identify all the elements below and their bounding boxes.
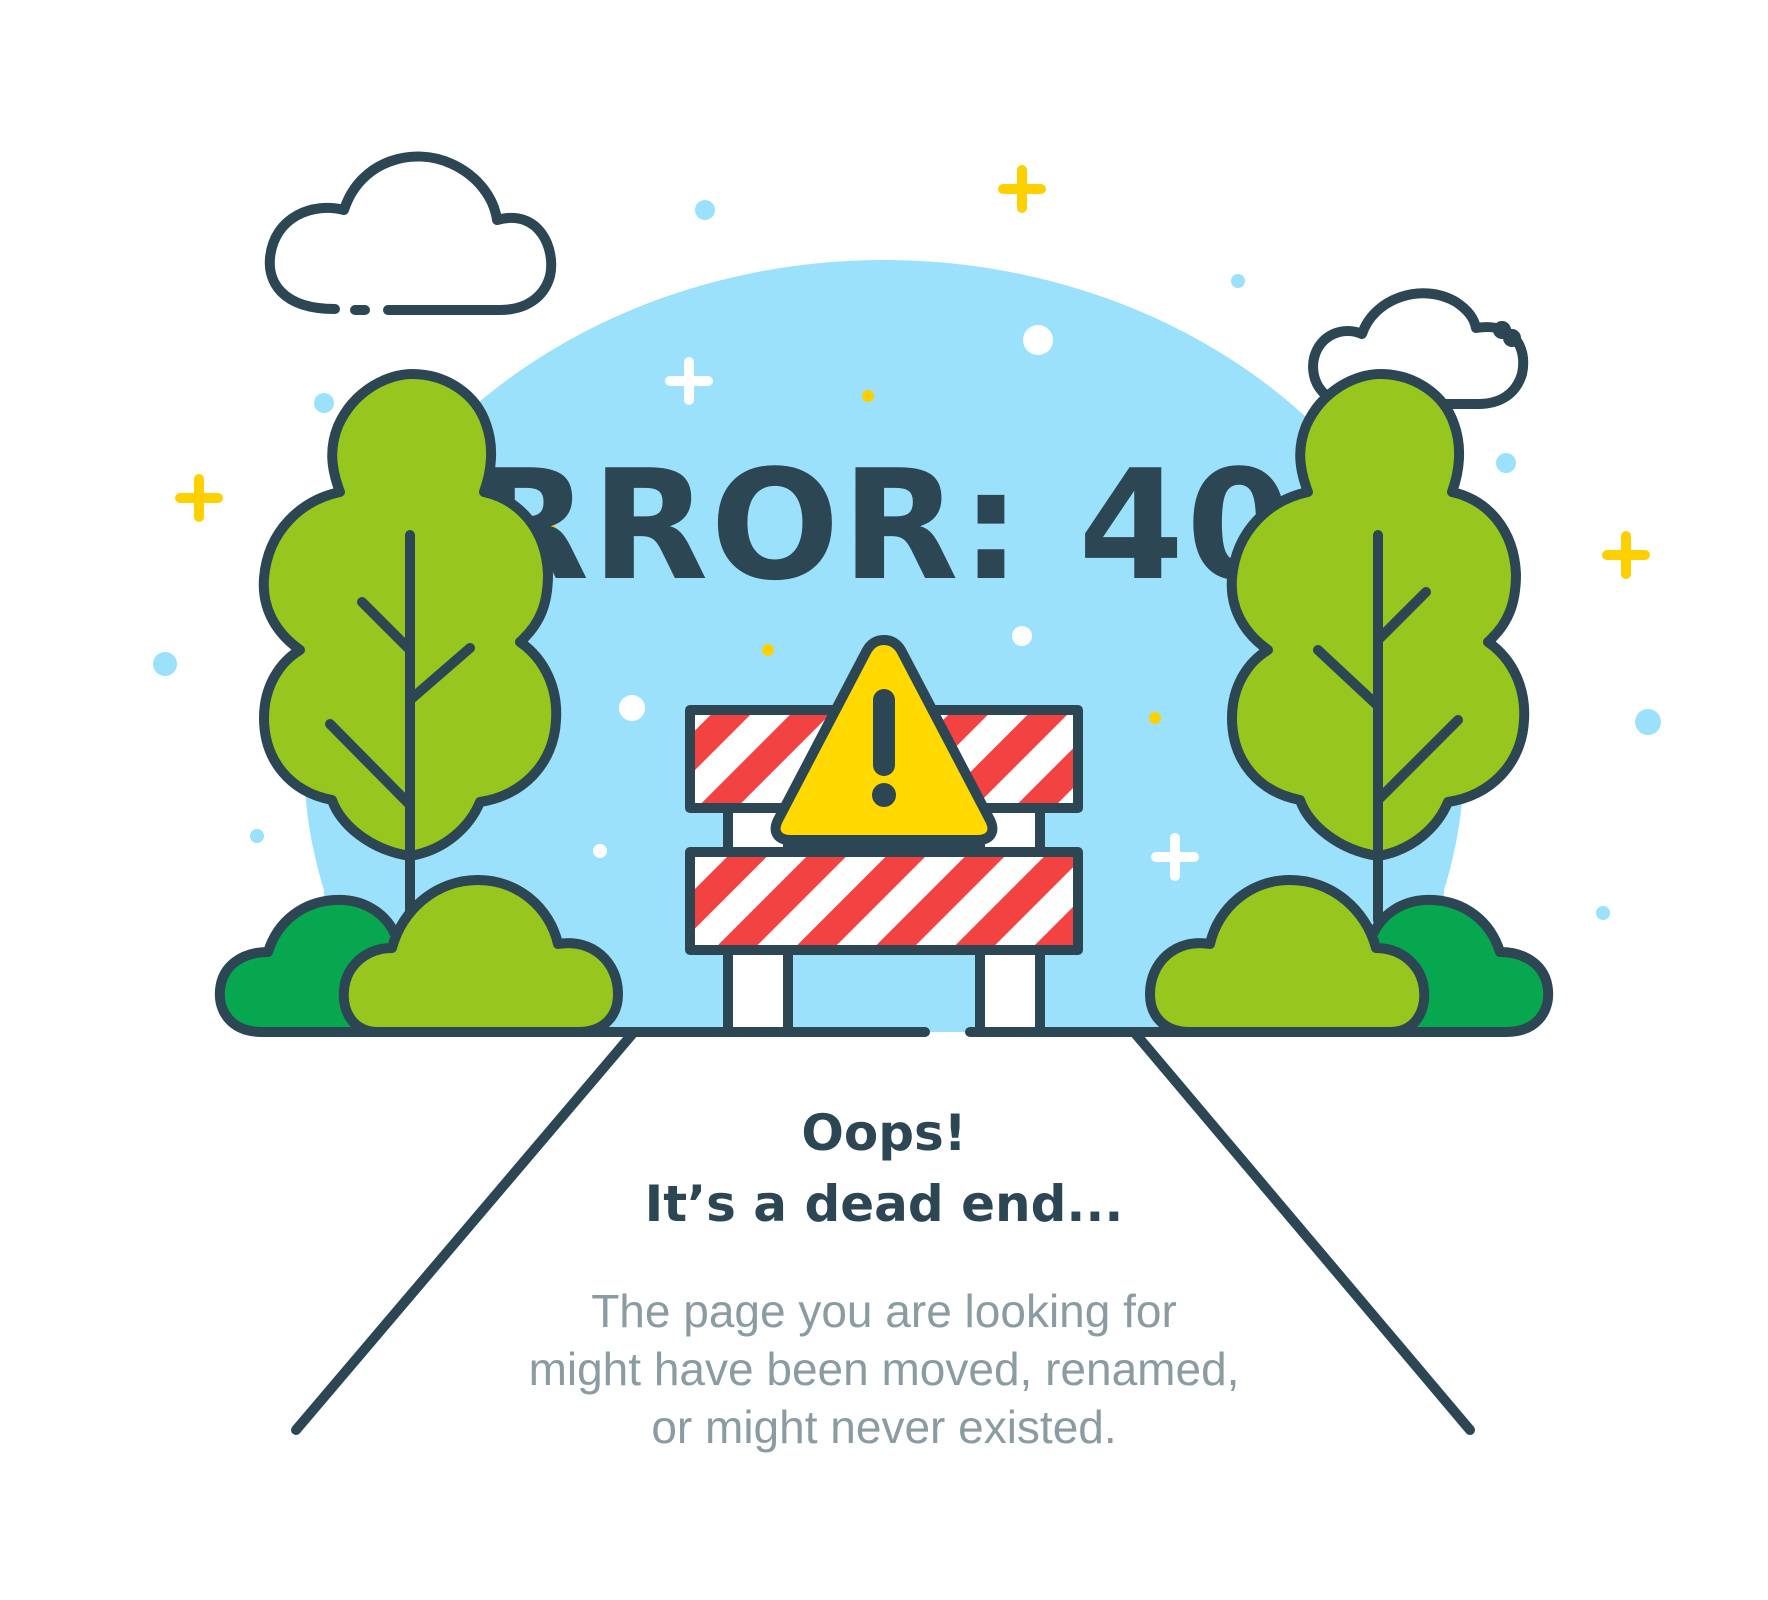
error-404-page: ERROR: 404 Oops! It’s a dead end... The … xyxy=(0,0,1768,1600)
error-message: The page you are looking for might have … xyxy=(434,1282,1334,1456)
message-line-1: The page you are looking for xyxy=(591,1285,1177,1337)
cloud-icon xyxy=(264,151,557,315)
message-line-2: might have been moved, renamed, xyxy=(528,1343,1240,1395)
subhead: It’s a dead end... xyxy=(644,1175,1124,1233)
headline: Oops! xyxy=(801,1104,967,1162)
message-line-3: or might never existed. xyxy=(651,1401,1117,1453)
